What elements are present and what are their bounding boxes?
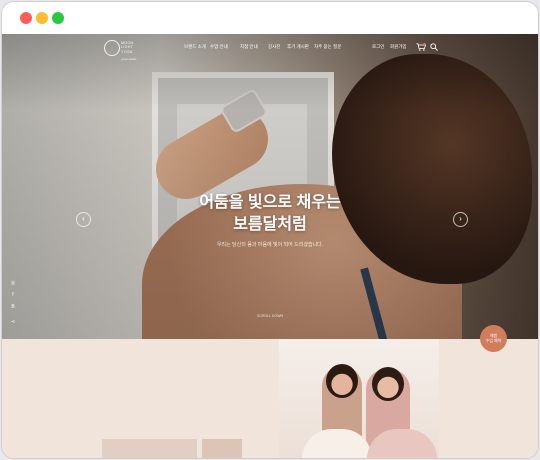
maximize-window-button[interactable] (52, 12, 64, 24)
title-bar (2, 2, 538, 34)
moon-logo-icon (104, 40, 120, 56)
nav-item-classes[interactable]: 수업 안내 (210, 44, 228, 50)
close-window-button[interactable] (20, 12, 32, 24)
search-icon[interactable] (430, 43, 438, 51)
scroll-down-label[interactable]: SCROLL DOWN (2, 314, 538, 318)
nav-item-reviews[interactable]: 후기 게시판 (287, 44, 309, 50)
cart-icon[interactable] (416, 43, 426, 51)
logo-tagline: yoga studio (121, 57, 137, 61)
login-link[interactable]: 로그인 (372, 44, 384, 50)
share-icon[interactable]: ⋖ (9, 319, 17, 325)
blog-icon[interactable]: B (9, 304, 17, 310)
hero-subtext: 우리는 당신의 몸과 마음에 빛이 되어 드리겠습니다. (216, 242, 324, 248)
join-link[interactable]: 회원가입 (390, 44, 407, 50)
slider-prev-button[interactable]: ‹ (76, 212, 91, 227)
nav-item-instructors[interactable]: 강사진 (268, 44, 280, 50)
instagram-icon[interactable]: ◎ (9, 280, 17, 286)
nav-item-brand[interactable]: 브랜드 소개 (184, 44, 206, 50)
trial-booking-button[interactable]: 체험 수업 예약 (480, 325, 507, 352)
minimize-window-button[interactable] (36, 12, 48, 24)
slider-next-button[interactable]: › (453, 212, 468, 227)
facebook-icon[interactable]: f (9, 292, 17, 298)
hero-overlay (2, 34, 538, 339)
browser-window: MOON LIGHT YOGA yoga studio 브랜드 소개 수업 안내… (2, 2, 538, 458)
hero-headline-line1: 어둠을 빛으로 채우는 (199, 194, 341, 211)
hero-banner: MOON LIGHT YOGA yoga studio 브랜드 소개 수업 안내… (2, 34, 538, 339)
site-logo[interactable]: MOON LIGHT YOGA yoga studio (104, 40, 148, 62)
nav-item-faq[interactable]: 자주 묻는 질문 (314, 44, 341, 50)
nav-item-branches[interactable]: 지점 안내 (240, 44, 258, 50)
logo-wordmark: MOON LIGHT YOGA (121, 41, 134, 54)
content-thumbnail[interactable] (102, 439, 197, 458)
content-section (2, 339, 538, 458)
content-thumbnail[interactable] (202, 439, 242, 458)
